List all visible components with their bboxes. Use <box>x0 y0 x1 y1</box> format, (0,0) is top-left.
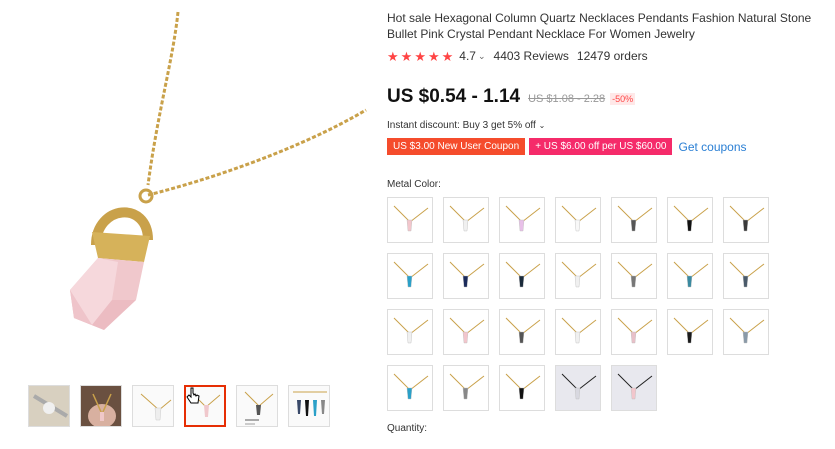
metal-color-option[interactable] <box>387 365 433 411</box>
orders-count: 12479 orders <box>576 49 648 63</box>
thumbnail-4[interactable] <box>184 385 226 427</box>
metal-color-option[interactable] <box>723 253 769 299</box>
rating-row: ★ ★ ★ ★ ★ 4.7 ⌄ 4403 Reviews 12479 order… <box>387 48 832 64</box>
metal-color-option[interactable] <box>499 253 545 299</box>
necklace-thumbnail-icon <box>393 317 429 344</box>
star-icon: ★ <box>441 48 454 64</box>
necklace-thumbnail-icon <box>449 205 485 232</box>
metal-color-option[interactable] <box>387 253 433 299</box>
metal-color-swatches <box>387 197 832 411</box>
star-icon: ★ <box>387 48 399 64</box>
product-info-panel: Hot sale Hexagonal Column Quartz Necklac… <box>387 0 832 434</box>
necklace-thumbnail-icon <box>505 317 541 344</box>
necklace-thumbnail-icon <box>561 205 597 232</box>
metal-color-option[interactable] <box>555 197 601 243</box>
thumbnail-6[interactable] <box>288 385 330 427</box>
pendant-necklace-image <box>70 11 367 330</box>
metal-color-option[interactable] <box>443 197 489 243</box>
necklace-thumbnail-icon <box>449 373 485 400</box>
metal-color-option[interactable] <box>443 365 489 411</box>
metal-color-option[interactable] <box>611 309 657 355</box>
metal-color-option[interactable] <box>723 309 769 355</box>
rating-value[interactable]: 4.7 <box>459 49 476 63</box>
coupon-row: US $3.00 New User Coupon + US $6.00 off … <box>387 138 832 155</box>
necklace-thumbnail-icon <box>393 373 429 400</box>
current-price: US $0.54 - 1.14 <box>387 86 521 107</box>
new-user-coupon[interactable]: US $3.00 New User Coupon <box>387 138 526 155</box>
metal-color-option[interactable] <box>611 253 657 299</box>
hand-pointer-icon <box>186 387 200 404</box>
necklace-thumbnail-icon <box>449 261 485 288</box>
product-title: Hot sale Hexagonal Column Quartz Necklac… <box>387 11 812 41</box>
metal-color-option[interactable] <box>667 309 713 355</box>
price-row: US $0.54 - 1.14 US $1.08 - 2.28 -50% <box>387 86 832 108</box>
necklace-thumbnail-icon <box>617 317 653 344</box>
necklace-thumbnail-icon <box>505 373 541 400</box>
necklace-thumbnail-icon <box>729 317 765 344</box>
metal-color-option[interactable] <box>667 253 713 299</box>
star-icon: ★ <box>400 48 413 64</box>
get-coupons-link[interactable]: Get coupons <box>678 140 746 154</box>
metal-color-option[interactable] <box>499 197 545 243</box>
thumbnail-strip <box>28 385 330 427</box>
metal-color-option[interactable] <box>555 309 601 355</box>
metal-color-option[interactable] <box>499 309 545 355</box>
necklace-thumbnail-icon <box>561 261 597 288</box>
necklace-thumbnail-icon <box>617 373 653 400</box>
metal-color-option[interactable] <box>443 253 489 299</box>
necklace-thumbnail-icon <box>729 205 765 232</box>
store-coupon[interactable]: + US $6.00 off per US $60.00 <box>529 138 673 155</box>
necklace-thumbnail-icon <box>505 261 541 288</box>
necklace-thumbnail-icon <box>561 317 597 344</box>
original-price: US $1.08 - 2.28 <box>528 93 606 105</box>
star-icon: ★ <box>414 48 426 64</box>
metal-color-label: Metal Color: <box>387 179 441 190</box>
necklace-thumbnail-icon <box>449 317 485 344</box>
metal-color-option[interactable] <box>611 365 657 411</box>
product-main-image[interactable] <box>8 0 374 372</box>
instant-discount-text: Instant discount: Buy 3 get 5% off <box>387 120 536 131</box>
necklace-thumbnail-icon <box>673 317 709 344</box>
necklace-thumbnail-icon <box>673 205 709 232</box>
quantity-label: Quantity: <box>387 423 428 434</box>
necklace-thumbnail-icon <box>617 261 653 288</box>
necklace-thumbnail-icon <box>673 261 709 288</box>
discount-badge: -50% <box>610 93 636 105</box>
metal-color-option[interactable] <box>555 365 601 411</box>
metal-color-option[interactable] <box>499 365 545 411</box>
star-icon: ★ <box>427 48 440 64</box>
chevron-down-icon: ⌄ <box>538 121 546 130</box>
necklace-thumbnail-icon <box>729 261 765 288</box>
thumbnail-5[interactable] <box>236 385 278 427</box>
necklace-thumbnail-icon <box>617 205 653 232</box>
metal-color-option[interactable] <box>387 309 433 355</box>
necklace-thumbnail-icon <box>393 205 429 232</box>
thumbnail-3[interactable] <box>132 385 174 427</box>
instant-discount[interactable]: Instant discount: Buy 3 get 5% off ⌄ <box>387 120 832 131</box>
necklace-thumbnail-icon <box>561 373 597 400</box>
metal-color-option[interactable] <box>611 197 657 243</box>
necklace-thumbnail-icon <box>505 205 541 232</box>
reviews-link[interactable]: 4403 Reviews <box>494 49 569 63</box>
metal-color-option[interactable] <box>387 197 433 243</box>
metal-color-option[interactable] <box>555 253 601 299</box>
thumbnail-1[interactable] <box>28 385 70 427</box>
necklace-thumbnail-icon <box>393 261 429 288</box>
rating-stars[interactable]: ★ ★ ★ ★ ★ <box>387 50 453 63</box>
metal-color-option[interactable] <box>443 309 489 355</box>
thumbnail-2[interactable] <box>80 385 122 427</box>
metal-color-option[interactable] <box>723 197 769 243</box>
chevron-down-icon[interactable]: ⌄ <box>478 51 486 62</box>
metal-color-option[interactable] <box>667 197 713 243</box>
